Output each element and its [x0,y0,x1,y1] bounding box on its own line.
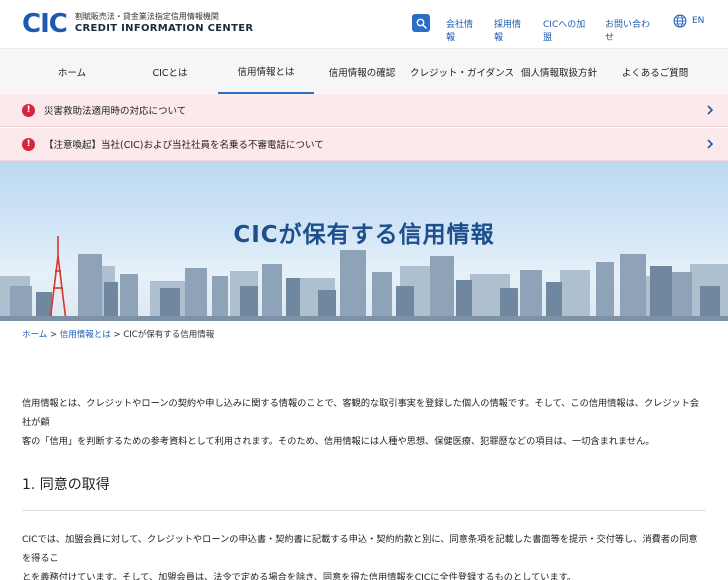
utility-links: 会社情報 採用情報 CICへの加盟 お問い合わせ [446,17,671,43]
alert-icon: ! [22,137,35,151]
language-label: EN [692,16,705,26]
notice-suspicious-call[interactable]: ! 【注意喚起】当社(CIC)および当社社員を名乗る不審電話について [0,128,728,161]
alert-icon: ! [22,103,35,117]
breadcrumb-home[interactable]: ホーム [22,330,47,340]
global-nav: ホーム CICとは 信用情報とは 信用情報の確認 クレジット・ガイダンス 個人情… [0,48,728,94]
chevron-right-icon [707,105,714,115]
section-heading: 1. 同意の取得 [22,477,110,493]
logo-text: 割賦販売法・貸金業法指定信用情報機関 CREDIT INFORMATION CE… [75,12,254,36]
cic-logo[interactable]: CIC 割賦販売法・貸金業法指定信用情報機関 CREDIT INFORMATIO… [22,10,253,38]
breadcrumb: ホーム > 信用情報とは > CICが保有する信用情報 [22,328,214,340]
logo-subtitle: 割賦販売法・貸金業法指定信用情報機関 [74,12,219,21]
notice-disaster[interactable]: ! 災害救助法適用時の対応について [0,94,728,127]
logo-mark: CIC [22,9,68,39]
util-link-recruit[interactable]: 採用情報 [494,17,528,43]
breadcrumb-separator: > [49,330,58,340]
notice-text: 【注意喚起】当社(CIC)および当社社員を名乗る不審電話について [44,140,324,151]
intro-line: 信用情報とは、クレジットやローンの契約や申し込みに関する情報のことで、客観的な取… [22,398,700,428]
breadcrumb-separator: > [113,330,121,340]
search-icon [416,18,427,29]
chevron-right-icon [707,139,714,149]
site-header: CIC 割賦販売法・貸金業法指定信用情報機関 CREDIT INFORMATIO… [0,0,728,48]
globe-icon [673,14,687,28]
consent-paragraph: CICでは、加盟会員に対して、クレジットやローンの申込書・契約書に記載する申込・… [22,530,706,580]
breadcrumb-credit-info[interactable]: 信用情報とは [60,330,111,340]
nav-item-home[interactable]: ホーム [22,49,122,94]
page-title: CICが保有する信用情報 [233,222,495,248]
consent-line: CICでは、加盟会員に対して、クレジットやローンの申込書・契約書に記載する申込・… [22,534,698,564]
util-link-company[interactable]: 会社情報 [446,17,479,43]
intro-line: 客の「信用」を判断するための参考資料として利用されます。そのため、信用情報には人… [22,436,655,447]
page-hero: CICが保有する信用情報 [0,161,728,321]
nav-item-about[interactable]: CICとは [122,49,218,94]
section-divider [22,510,706,511]
nav-item-credit-info[interactable]: 信用情報とは [218,49,314,94]
util-link-contact[interactable]: お問い合わせ [605,17,656,43]
nav-item-faq[interactable]: よくあるご質問 [604,49,706,94]
nav-item-check-info[interactable]: 信用情報の確認 [314,49,410,94]
logo-title: CREDIT INFORMATION CENTER [74,23,254,34]
intro-paragraph: 信用情報とは、クレジットやローンの契約や申し込みに関する情報のことで、客観的な取… [22,394,706,451]
notice-text: 災害救助法適用時の対応について [44,106,187,117]
consent-line: とを義務付けています。そして、加盟会員は、法令で定める場合を除き、同意を得た信用… [22,572,577,580]
language-switch[interactable]: EN [673,14,704,28]
nav-item-privacy-policy[interactable]: 個人情報取扱方針 [514,49,604,94]
util-link-membership[interactable]: CICへの加盟 [543,17,590,43]
search-button[interactable] [412,14,430,32]
breadcrumb-current: CICが保有する信用情報 [123,330,215,340]
nav-item-credit-guidance[interactable]: クレジット・ガイダンス [410,49,514,94]
